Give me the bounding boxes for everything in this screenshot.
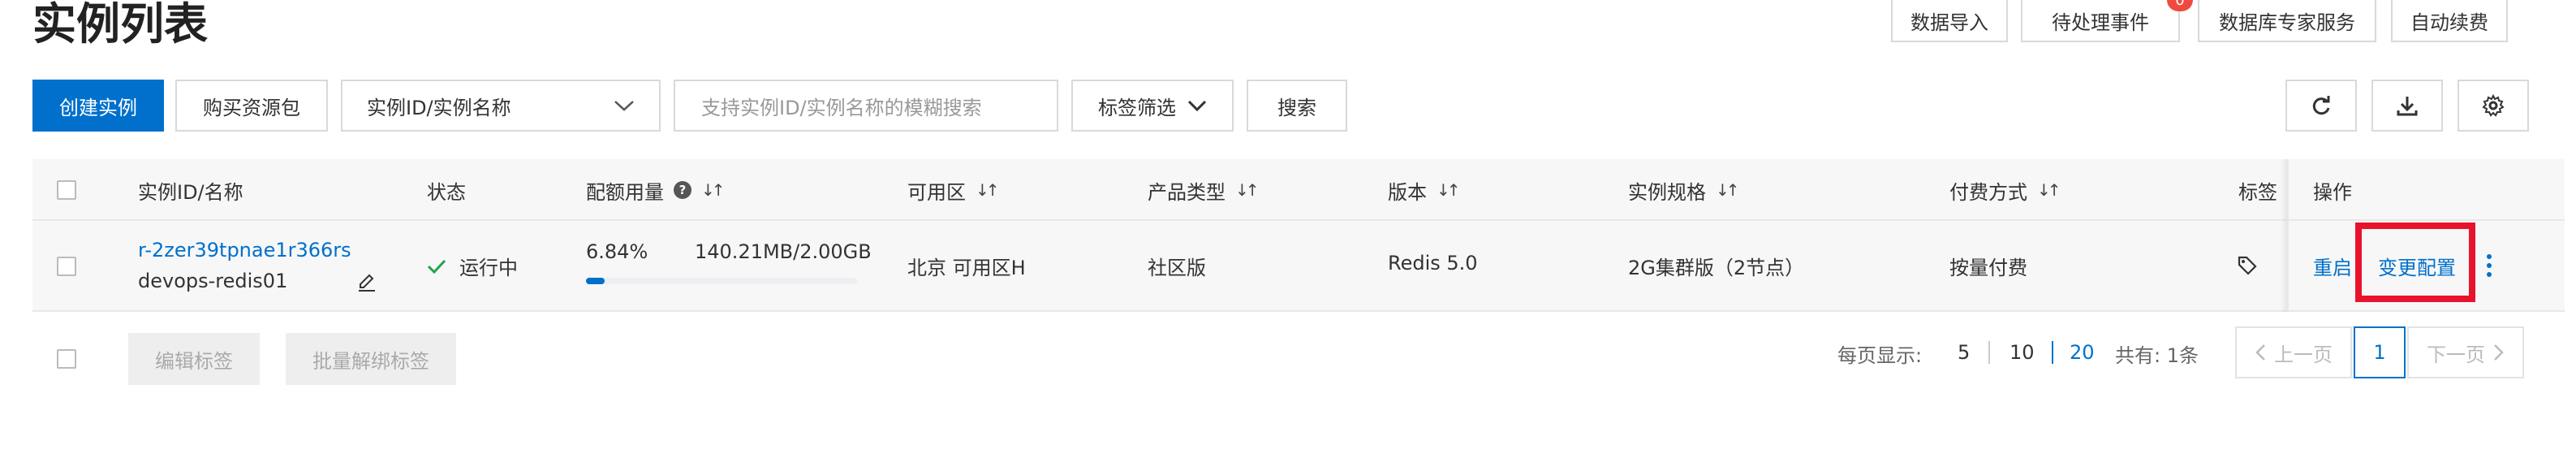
column-zone-label: 可用区	[907, 180, 966, 204]
page-title: 实例列表	[32, 0, 208, 50]
column-spec[interactable]: 实例规格 ↓↑	[1628, 159, 1739, 221]
sort-icon[interactable]: ↓↑	[1437, 180, 1460, 200]
tag-filter-label: 标签筛选	[1098, 96, 1176, 119]
table-header	[32, 159, 2565, 221]
pending-events-button[interactable]: 待处理事件	[2021, 0, 2180, 42]
help-icon[interactable]: ?	[674, 181, 691, 199]
search-input[interactable]: 支持实例ID/实例名称的模糊搜索	[674, 80, 1058, 132]
auto-renew-button[interactable]: 自动续费	[2391, 0, 2508, 42]
next-page-button[interactable]: 下一页	[2407, 326, 2524, 378]
tag-icon[interactable]	[2237, 255, 2258, 276]
quota-progress-bar	[586, 278, 857, 284]
ops-column-divider	[2287, 159, 2289, 312]
refresh-button[interactable]	[2285, 80, 2357, 132]
data-import-button[interactable]: 数据导入	[1891, 0, 2008, 42]
column-tags-label: 标签	[2238, 180, 2277, 204]
footer-select-all-checkbox[interactable]	[57, 349, 76, 369]
buy-package-button[interactable]: 购买资源包	[175, 80, 328, 132]
prev-page-label: 上一页	[2274, 343, 2333, 366]
page-size-divider	[2052, 341, 2053, 364]
refresh-icon	[2312, 96, 2330, 115]
sort-icon[interactable]: ↓↑	[1716, 180, 1739, 200]
chevron-down-icon	[614, 101, 634, 111]
more-vertical-icon[interactable]	[2485, 253, 2493, 278]
sort-icon[interactable]: ↓↑	[2037, 180, 2061, 200]
gear-icon	[2482, 94, 2505, 117]
chevron-right-icon	[2494, 344, 2504, 361]
download-icon	[2397, 97, 2418, 116]
table-row	[32, 221, 2565, 312]
sort-icon[interactable]: ↓↑	[1235, 180, 1259, 200]
column-billing-label: 付费方式	[1949, 180, 2027, 204]
sort-icon[interactable]: ↓↑	[976, 180, 999, 200]
instance-id-link[interactable]: r-2zer39tpnae1r366rs	[138, 239, 351, 261]
column-spec-label: 实例规格	[1628, 180, 1706, 204]
spec-cell: 2G集群版（2节点）	[1628, 257, 1805, 279]
next-page-label: 下一页	[2427, 343, 2485, 366]
column-quota-label: 配额用量	[586, 180, 664, 204]
page-size-divider	[1988, 341, 1990, 364]
footer-checkbox-cell	[57, 349, 76, 369]
column-id-name: 实例ID/名称	[138, 159, 243, 221]
sort-icon[interactable]: ↓↑	[701, 180, 725, 200]
billing-cell: 按量付费	[1949, 257, 2027, 279]
search-field-select-value: 实例ID/实例名称	[367, 96, 511, 119]
select-all-checkbox-cell	[57, 159, 76, 221]
column-id-name-label: 实例ID/名称	[138, 180, 243, 204]
batch-unbind-tags-button[interactable]: 批量解绑标签	[286, 333, 456, 385]
prev-page-button[interactable]: 上一页	[2235, 326, 2352, 378]
instance-name: devops-redis01	[138, 270, 288, 292]
download-button[interactable]	[2371, 80, 2443, 132]
product-cell: 社区版	[1148, 257, 1206, 279]
select-all-checkbox[interactable]	[57, 180, 76, 200]
search-field-select[interactable]: 实例ID/实例名称	[341, 80, 661, 132]
column-product[interactable]: 产品类型 ↓↑	[1148, 159, 1259, 221]
edit-tags-button[interactable]: 编辑标签	[128, 333, 260, 385]
column-ops-label: 操作	[2313, 180, 2352, 204]
per-page-label: 每页显示:	[1837, 344, 1923, 367]
settings-button[interactable]	[2458, 80, 2529, 132]
tag-filter-dropdown[interactable]: 标签筛选	[1071, 80, 1234, 132]
search-input-placeholder: 支持实例ID/实例名称的模糊搜索	[701, 96, 982, 119]
page-size-10[interactable]: 10	[2010, 341, 2035, 364]
column-version-label: 版本	[1388, 180, 1427, 204]
restart-link[interactable]: 重启	[2313, 252, 2352, 280]
column-status: 状态	[427, 159, 466, 221]
column-status-label: 状态	[427, 180, 466, 204]
row-checkbox[interactable]	[57, 257, 76, 276]
column-quota[interactable]: 配额用量 ? ↓↑	[586, 159, 725, 221]
row-checkbox-cell	[57, 257, 76, 276]
db-expert-service-button[interactable]: 数据库专家服务	[2198, 0, 2376, 42]
version-cell: Redis 5.0	[1388, 252, 1478, 274]
column-zone[interactable]: 可用区 ↓↑	[907, 159, 999, 221]
zone-cell: 北京 可用区H	[907, 257, 1026, 279]
page-size-20[interactable]: 20	[2070, 341, 2095, 364]
column-version[interactable]: 版本 ↓↑	[1388, 159, 1460, 221]
column-ops: 操作	[2313, 159, 2352, 221]
column-billing[interactable]: 付费方式 ↓↑	[1949, 159, 2061, 221]
page-size-5[interactable]: 5	[1958, 341, 1970, 364]
quota-usage: 140.21MB/2.00GB	[695, 240, 872, 263]
create-instance-button[interactable]: 创建实例	[32, 80, 164, 132]
edit-icon[interactable]	[357, 273, 377, 292]
status-cell: 运行中	[427, 252, 518, 280]
quota-percent: 6.84%	[586, 240, 648, 263]
chevron-down-icon	[1187, 100, 1207, 112]
current-page[interactable]: 1	[2354, 326, 2406, 378]
status-text: 运行中	[459, 257, 518, 279]
check-icon	[427, 259, 446, 274]
column-product-label: 产品类型	[1148, 180, 1226, 204]
search-button[interactable]: 搜索	[1247, 80, 1347, 132]
quota-progress-fill	[586, 278, 605, 284]
total-count: 共有: 1条	[2115, 344, 2199, 367]
column-tags: 标签	[2238, 159, 2277, 221]
chevron-left-icon	[2255, 344, 2265, 361]
highlight-box	[2355, 223, 2475, 302]
